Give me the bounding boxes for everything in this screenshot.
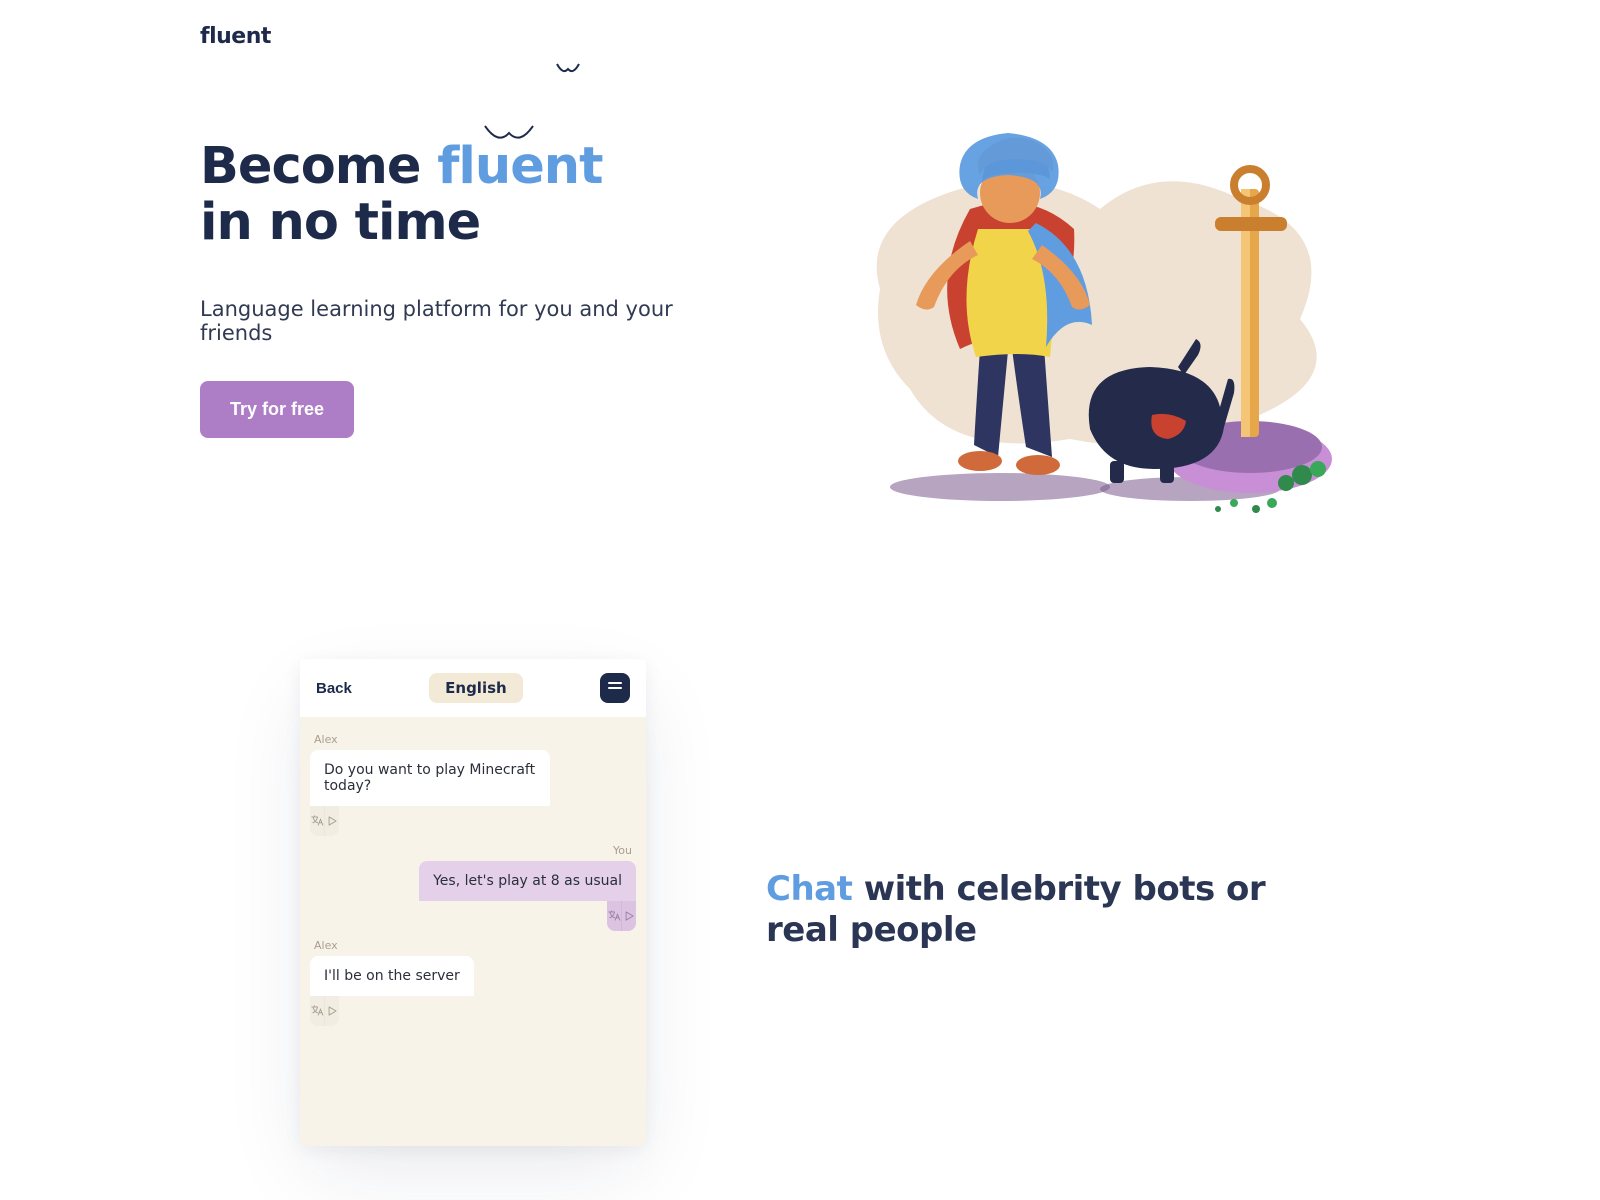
- chat-language-chip[interactable]: English: [429, 673, 523, 703]
- hero-title-accent: fluent: [437, 137, 602, 196]
- hero-title-prefix: Become: [200, 137, 437, 196]
- play-icon: [325, 814, 339, 828]
- chat-message: Alex I'll be on the server: [310, 931, 636, 1026]
- brand-logo[interactable]: fluent: [200, 24, 1400, 49]
- play-icon: [622, 909, 636, 923]
- translate-button[interactable]: [310, 806, 324, 836]
- play-audio-button[interactable]: [621, 901, 636, 931]
- hero-subtitle: Language learning platform for you and y…: [200, 297, 740, 345]
- play-audio-button[interactable]: [324, 806, 339, 836]
- chat-message: You Yes, let's play at 8 as usual: [310, 836, 636, 931]
- chat-message: Alex Do you want to play Minecraft today…: [310, 725, 636, 836]
- translate-icon: [310, 1004, 324, 1018]
- menu-icon: [608, 687, 622, 689]
- section-chat-title-accent: Chat: [766, 869, 852, 909]
- translate-icon: [310, 814, 324, 828]
- chat-back-button[interactable]: Back: [316, 680, 352, 697]
- play-icon: [325, 1004, 339, 1018]
- chat-bubble: I'll be on the server: [310, 956, 474, 996]
- chat-sender-label: Alex: [314, 939, 338, 952]
- play-audio-button[interactable]: [324, 996, 339, 1026]
- hero-illustration: [820, 99, 1400, 519]
- translate-icon: [607, 909, 621, 923]
- bird-decoration-icon: [556, 63, 580, 79]
- translate-button[interactable]: [607, 901, 621, 931]
- chat-preview-card: Back English Alex Do you want to play Mi…: [300, 659, 646, 1146]
- chat-sender-label: Alex: [314, 733, 338, 746]
- hero-title: Become fluent in no time: [200, 139, 740, 251]
- chat-bubble: Yes, let's play at 8 as usual: [419, 861, 636, 901]
- section-chat-title: Chat with celebrity bots or real people: [766, 869, 1326, 951]
- chat-sender-label: You: [613, 844, 632, 857]
- bird-decoration-icon: [484, 125, 534, 145]
- translate-button[interactable]: [310, 996, 324, 1026]
- hero-title-line2: in no time: [200, 193, 480, 252]
- try-for-free-button[interactable]: Try for free: [200, 381, 354, 438]
- chat-bubble: Do you want to play Minecraft today?: [310, 750, 550, 806]
- chat-menu-button[interactable]: [600, 673, 630, 703]
